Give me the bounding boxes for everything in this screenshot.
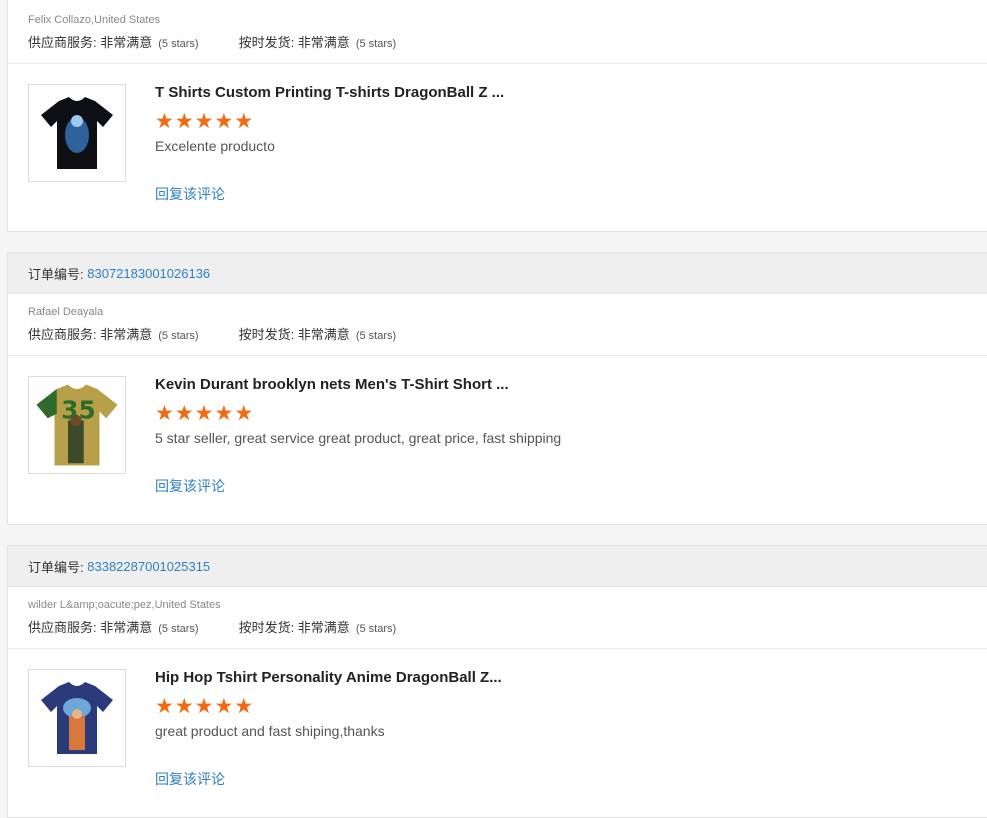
shipping-rating: 按时发货: 非常满意 (5 stars) bbox=[239, 32, 397, 51]
star-icon: ★ bbox=[155, 402, 174, 425]
star-icon: ★ bbox=[194, 402, 214, 425]
product-title[interactable]: Kevin Durant brooklyn nets Men's T-Shirt… bbox=[155, 376, 561, 396]
star-icon: ★ bbox=[214, 110, 234, 133]
reply-link[interactable]: 回复该评论 bbox=[155, 184, 504, 204]
shipping-rating: 按时发货: 非常满意 (5 stars) bbox=[239, 324, 397, 343]
star-icon: ★ bbox=[194, 110, 214, 133]
order-label: 订单编号: bbox=[28, 266, 84, 282]
supplier-service-rating: 供应商服务: 非常满意 (5 stars) bbox=[28, 617, 199, 636]
buyer-name: Rafael Deayala bbox=[28, 306, 104, 318]
review-text: 5 star seller, great service great produ… bbox=[155, 430, 562, 446]
star-rating: ★ ★ ★ ★ ★ bbox=[155, 110, 504, 134]
supplier-service-stars: (5 stars) bbox=[158, 623, 199, 635]
order-number-link[interactable]: 83382287001025315 bbox=[87, 559, 210, 574]
star-icon: ★ bbox=[174, 402, 194, 425]
review-item: 35 Kevin Durant brooklyn nets Men's T-Sh… bbox=[8, 356, 987, 498]
review-item: Hip Hop Tshirt Personality Anime DragonB… bbox=[8, 649, 987, 791]
reply-link[interactable]: 回复该评论 bbox=[155, 476, 561, 496]
supplier-service-stars: (5 stars) bbox=[158, 38, 199, 50]
review-item: T Shirts Custom Printing T-shirts Dragon… bbox=[8, 64, 987, 206]
review-text: Excelente producto bbox=[155, 138, 275, 154]
order-number-link[interactable]: 83072183001026136 bbox=[87, 266, 210, 281]
review-card: Felix Collazo,United States 供应商服务: 非常满意 (… bbox=[7, 0, 987, 232]
order-label: 订单编号: bbox=[28, 559, 84, 575]
tshirt-image bbox=[41, 97, 113, 169]
review-text: great product and fast shiping,thanks bbox=[155, 723, 385, 739]
product-thumbnail[interactable] bbox=[28, 669, 126, 767]
shipping-label: 按时发货: 非常满意 bbox=[238, 327, 350, 342]
buyer-name: wilder L&amp;oacute;pez,United States bbox=[28, 599, 221, 611]
reply-link[interactable]: 回复该评论 bbox=[155, 769, 502, 789]
star-icon: ★ bbox=[234, 695, 254, 718]
order-header: 订单编号: 83382287001025315 bbox=[8, 546, 987, 587]
review-info: T Shirts Custom Printing T-shirts Dragon… bbox=[155, 84, 504, 206]
product-thumbnail[interactable] bbox=[28, 84, 126, 182]
shipping-label: 按时发货: 非常满意 bbox=[238, 35, 350, 50]
star-icon: ★ bbox=[194, 695, 214, 718]
supplier-service-label: 供应商服务: 非常满意 bbox=[28, 35, 153, 50]
star-icon: ★ bbox=[214, 695, 234, 718]
shipping-label: 按时发货: 非常满意 bbox=[238, 620, 350, 635]
star-icon: ★ bbox=[155, 110, 174, 133]
shipping-stars: (5 stars) bbox=[355, 330, 397, 342]
star-rating: ★ ★ ★ ★ ★ bbox=[155, 402, 561, 426]
product-title[interactable]: T Shirts Custom Printing T-shirts Dragon… bbox=[155, 84, 504, 104]
order-header: 订单编号: 83072183001026136 bbox=[8, 253, 987, 294]
supplier-service-rating: 供应商服务: 非常满意 (5 stars) bbox=[28, 32, 199, 51]
seller-ratings: 供应商服务: 非常满意 (5 stars) 按时发货: 非常满意 (5 stars) bbox=[8, 611, 987, 649]
shipping-stars: (5 stars) bbox=[355, 38, 397, 50]
shipping-stars: (5 stars) bbox=[355, 623, 397, 635]
star-icon: ★ bbox=[174, 695, 194, 718]
star-icon: ★ bbox=[214, 402, 234, 425]
tshirt-image: 35 bbox=[36, 384, 118, 466]
buyer-name: Felix Collazo,United States bbox=[28, 14, 161, 26]
product-title[interactable]: Hip Hop Tshirt Personality Anime DragonB… bbox=[155, 669, 502, 689]
shipping-rating: 按时发货: 非常满意 (5 stars) bbox=[239, 617, 397, 636]
review-card: 订单编号: 83382287001025315 wilder L&amp;oac… bbox=[7, 545, 987, 818]
review-card: 订单编号: 83072183001026136 Rafael Deayala 供… bbox=[7, 252, 987, 525]
supplier-service-label: 供应商服务: 非常满意 bbox=[28, 327, 153, 342]
tshirt-image bbox=[41, 682, 113, 754]
review-info: Hip Hop Tshirt Personality Anime DragonB… bbox=[155, 669, 502, 791]
supplier-service-label: 供应商服务: 非常满意 bbox=[28, 620, 153, 635]
review-info: Kevin Durant brooklyn nets Men's T-Shirt… bbox=[155, 376, 561, 498]
supplier-service-rating: 供应商服务: 非常满意 (5 stars) bbox=[28, 324, 199, 343]
star-rating: ★ ★ ★ ★ ★ bbox=[155, 695, 502, 719]
supplier-service-stars: (5 stars) bbox=[158, 330, 199, 342]
star-icon: ★ bbox=[234, 110, 254, 133]
star-icon: ★ bbox=[174, 110, 194, 133]
star-icon: ★ bbox=[234, 402, 254, 425]
seller-ratings: 供应商服务: 非常满意 (5 stars) 按时发货: 非常满意 (5 stars) bbox=[8, 26, 987, 64]
product-thumbnail[interactable]: 35 bbox=[28, 376, 126, 474]
seller-ratings: 供应商服务: 非常满意 (5 stars) 按时发货: 非常满意 (5 stars) bbox=[8, 318, 987, 356]
star-icon: ★ bbox=[155, 695, 174, 718]
